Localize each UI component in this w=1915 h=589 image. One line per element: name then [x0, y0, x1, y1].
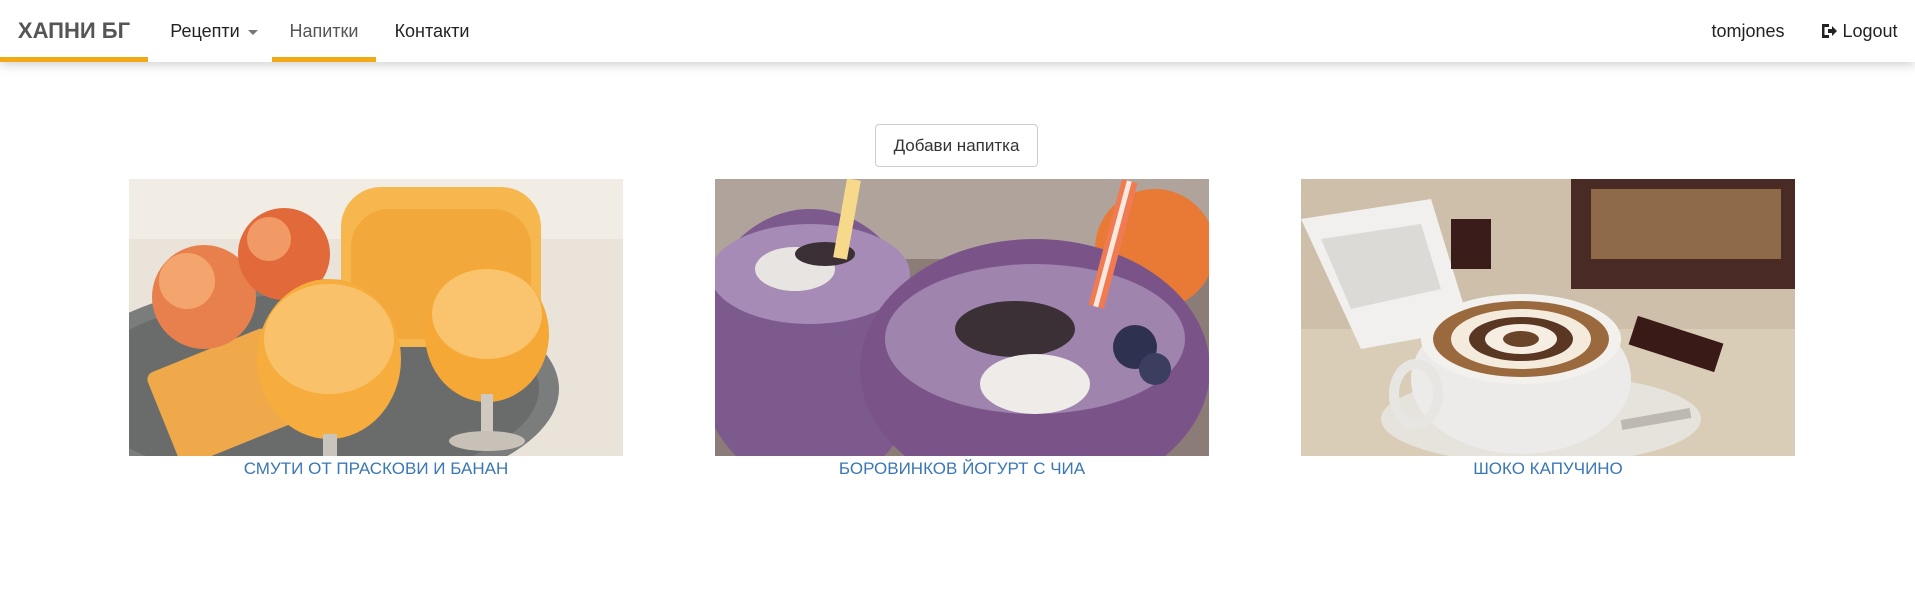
brand-logo-link[interactable]: ХАПНИ БГ [0, 0, 148, 62]
nav-item-drinks[interactable]: Напитки [272, 0, 376, 62]
logout-link[interactable]: Logout [1818, 0, 1900, 62]
drink-image-blueberry-yogurt[interactable] [715, 179, 1209, 456]
drink-image-peach-smoothie[interactable] [129, 179, 623, 456]
caret-down-icon [247, 29, 258, 35]
username-label: tomjones [1711, 20, 1785, 41]
drink-card: ШОКО КАПУЧИНО [1301, 179, 1795, 479]
add-drink-button[interactable]: Добави напитка [875, 124, 1038, 167]
logout-label: Logout [1842, 20, 1898, 41]
drink-card: СМУТИ ОТ ПРАСКОВИ И БАНАН [129, 179, 623, 479]
nav-item-drinks-label: Напитки [289, 20, 359, 41]
drink-image-choco-cappuccino[interactable] [1301, 179, 1795, 456]
nav-item-contacts[interactable]: Контакти [394, 0, 470, 62]
drink-title-link[interactable]: СМУТИ ОТ ПРАСКОВИ И БАНАН [129, 459, 623, 479]
drink-card: БОРОВИНКОВ ЙОГУРТ С ЧИА [715, 179, 1209, 479]
nav-item-recipes[interactable]: Рецепти [168, 0, 260, 62]
brand-text: ХАПНИ БГ [17, 18, 131, 43]
drink-title-link[interactable]: ШОКО КАПУЧИНО [1301, 459, 1795, 479]
sign-out-icon [1820, 23, 1838, 39]
drink-title-link[interactable]: БОРОВИНКОВ ЙОГУРТ С ЧИА [715, 459, 1209, 479]
top-navbar: ХАПНИ БГ Рецепти Напитки Контакти tomjon… [0, 0, 1915, 62]
nav-item-recipes-label: Рецепти [170, 20, 240, 41]
nav-item-contacts-label: Контакти [394, 20, 470, 41]
user-profile-link[interactable]: tomjones [1711, 0, 1785, 62]
